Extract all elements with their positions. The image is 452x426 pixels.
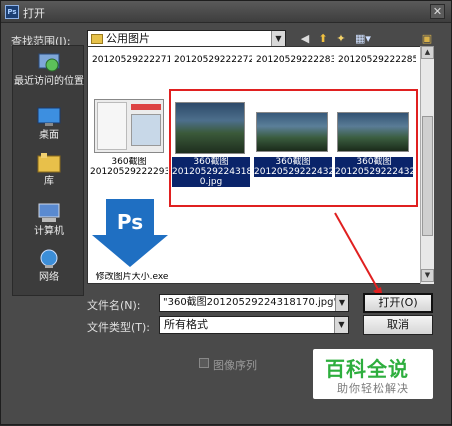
- open-button[interactable]: 打开(O): [363, 293, 433, 313]
- filetype-value: 所有格式: [164, 318, 208, 331]
- filetype-select[interactable]: 所有格式 ▼: [159, 316, 349, 334]
- image-sequence-label: 图像序列: [213, 359, 257, 372]
- watermark-title: 百科全说: [325, 357, 409, 381]
- filetype-label: 文件类型(T):: [87, 321, 151, 334]
- watermark-subtitle: 助你轻松解决: [337, 382, 409, 395]
- filename-label: 文件名(N):: [87, 299, 141, 312]
- image-sequence-checkbox[interactable]: [199, 358, 209, 368]
- chevron-down-icon: ▼: [334, 317, 348, 333]
- open-dialog: Ps 打开 ✕ 查找范围(I): 公用图片 ▼ ◀ ⬆ ✦ ▦▾ ▣ 最近访问的…: [0, 0, 452, 425]
- cancel-button[interactable]: 取消: [363, 315, 433, 335]
- watermark-logo: 百科全说 助你轻松解决: [313, 349, 433, 399]
- filename-input[interactable]: "360截图20120529224318170.jpg" "360截图 ▼: [159, 294, 349, 312]
- chevron-down-icon[interactable]: ▼: [335, 295, 348, 311]
